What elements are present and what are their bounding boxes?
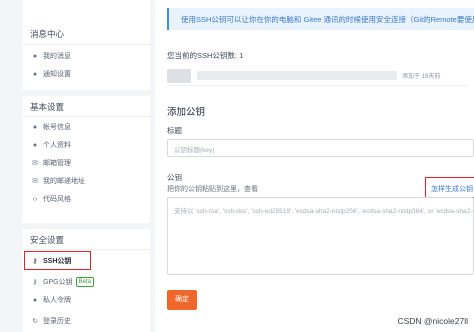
sidebar: G 消息中心 ● 我的消息 ● 通知设置 基本设置 ● 帐号信息 ● 个人资料 … — [0, 0, 155, 332]
key-thumbnail — [167, 69, 191, 83]
section-title-basic: 基本设置 — [30, 102, 65, 112]
sidebar-item-label: 通知设置 — [43, 71, 71, 78]
sidebar-item-label: 个人资料 — [43, 142, 71, 149]
gpg-icon: ⚷ — [32, 279, 38, 286]
settings-icon: ● — [32, 70, 38, 78]
key-fingerprint — [197, 71, 397, 80]
profile-icon: ● — [32, 141, 38, 149]
sidebar-item-mail-address[interactable]: ✉ 我的邮递地址 — [30, 174, 85, 188]
sidebar-item-label: 私人令牌 — [43, 297, 71, 304]
lock-icon: ● — [32, 296, 38, 304]
bell-icon: ● — [32, 52, 38, 60]
key-title-input[interactable]: 公钥标题(key) — [167, 139, 474, 157]
sidebar-card-messages: 消息中心 ● 我的消息 ● 通知设置 — [22, 0, 150, 90]
public-key-label: 公钥 — [167, 173, 182, 182]
sidebar-item-label: 邮箱管理 — [43, 160, 71, 167]
sidebar-item-my-messages[interactable]: ● 我的消息 — [30, 49, 71, 63]
sidebar-item-label: 我的消息 — [43, 53, 71, 60]
mail-icon: ✉ — [32, 160, 38, 167]
key-added-time: 添加于 19天前 — [402, 74, 441, 80]
public-key-textarea[interactable]: 支持以 'ssh-rsa', 'ssh-dss', 'ssh-ed25519',… — [167, 197, 474, 275]
ssh-notice: 使用SSH公钥可以让你在你的电脑和 Gitee 通讯的时候使用安全连接（Git的… — [167, 8, 474, 30]
ssh-item-highlight — [24, 251, 91, 270]
sidebar-item-login-history[interactable]: ↻ 登录历史 — [30, 314, 71, 328]
mail-address-icon: ✉ — [32, 178, 38, 185]
sidebar-item-account-info[interactable]: ● 帐号信息 — [30, 120, 71, 134]
history-icon: ↻ — [32, 318, 38, 325]
section-title-messages: 消息中心 — [30, 29, 65, 39]
sidebar-card-basic: 基本设置 ● 帐号信息 ● 个人资料 ✉ 邮箱管理 ✉ 我的邮递地址 ‹› 代码… — [22, 96, 150, 223]
sidebar-item-private-tokens[interactable]: ● 私人令牌 — [30, 293, 71, 307]
user-icon: ● — [32, 123, 38, 131]
ssh-key-row[interactable]: 添加于 19天前 — [167, 64, 467, 86]
public-key-hint: 把你的公钥粘贴到这里，查看 — [167, 186, 258, 193]
csdn-watermark: CSDN @nicole27ll — [397, 316, 468, 326]
ssh-key-count: 您当前的SSH公钥数: 1 — [167, 51, 244, 60]
submit-button[interactable]: 确定 — [167, 290, 197, 310]
sidebar-item-gpg-keys[interactable]: ⚷ GPG公钥 Beta — [30, 275, 94, 289]
sidebar-item-label: GPG公钥 — [43, 279, 73, 286]
main-content: 使用SSH公钥可以让你在你的电脑和 Gitee 通讯的时候使用安全连接（Git的… — [155, 0, 474, 332]
sidebar-item-label: 帐号信息 — [43, 124, 71, 131]
sidebar-item-label: 我的邮递地址 — [43, 178, 85, 185]
sidebar-item-label: 代码风格 — [43, 196, 71, 203]
how-to-highlight — [425, 177, 474, 198]
code-icon: ‹› — [32, 195, 38, 203]
sidebar-card-security: 安全设置 ⚷ SSH公钥 ⚷ GPG公钥 Beta ● 私人令牌 ↻ 登录历史 — [22, 229, 150, 332]
section-title-security: 安全设置 — [30, 235, 65, 245]
beta-badge: Beta — [75, 277, 94, 287]
sidebar-item-profile[interactable]: ● 个人资料 — [30, 138, 71, 152]
sidebar-item-code-style[interactable]: ‹› 代码风格 — [30, 192, 71, 206]
title-label: 标题 — [167, 126, 182, 135]
sidebar-item-email[interactable]: ✉ 邮箱管理 — [30, 156, 71, 170]
sidebar-item-notification-settings[interactable]: ● 通知设置 — [30, 67, 71, 81]
sidebar-item-label: 登录历史 — [43, 318, 71, 325]
add-key-heading: 添加公钥 — [167, 107, 206, 118]
